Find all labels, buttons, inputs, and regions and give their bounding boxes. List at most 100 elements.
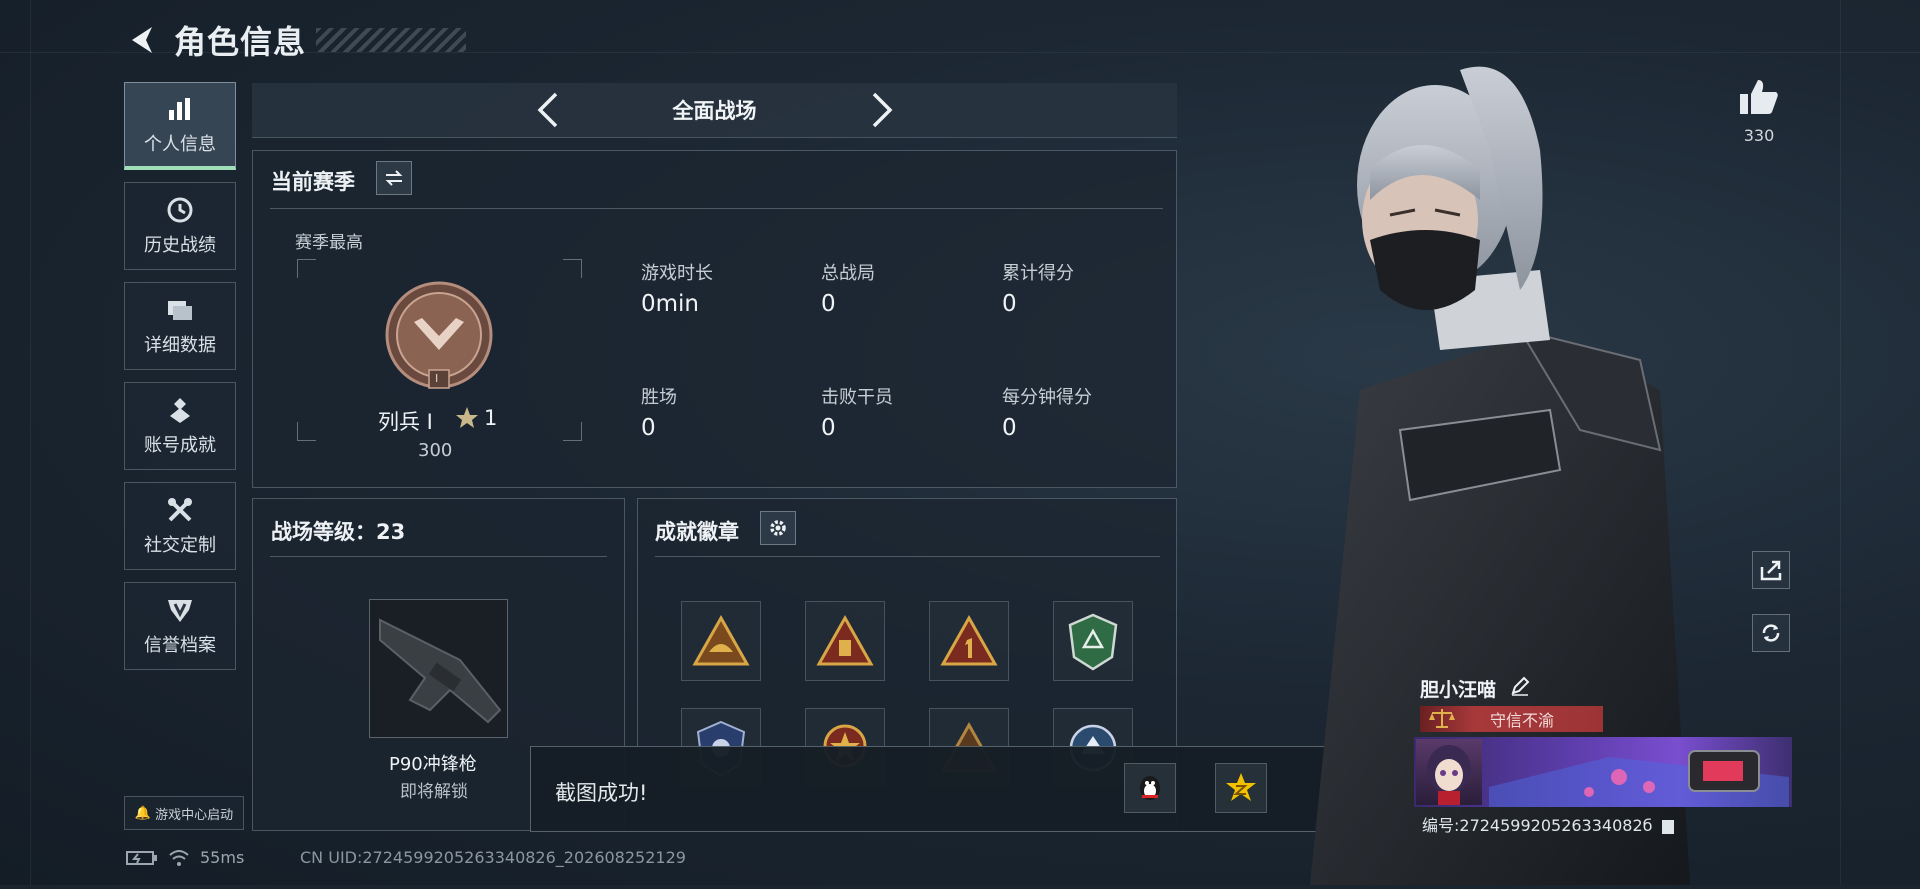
launch-label: 游戏中心启动 (155, 807, 234, 823)
rank-score: 300 (418, 440, 453, 461)
player-title: 守信不渝 (1490, 711, 1555, 730)
stat-label: 游戏时长 (641, 263, 713, 284)
avatar[interactable] (1416, 739, 1482, 805)
achievement-badge[interactable] (681, 601, 761, 681)
edit-pencil-icon[interactable] (1510, 676, 1530, 700)
stat-value: 0min (641, 291, 700, 317)
nav-item-social[interactable]: 社交定制 (124, 482, 236, 570)
gun-icon (379, 618, 502, 724)
nav-item-history[interactable]: 历史战绩 (124, 182, 236, 270)
triangle-badge-icon (816, 614, 874, 666)
weapon-name: P90冲锋枪 (389, 754, 477, 775)
stat-value: 0 (1002, 291, 1017, 317)
stat-value: 0 (821, 415, 836, 441)
player-title-tag: 守信不渝 (1420, 706, 1603, 732)
penguin-icon (1140, 776, 1160, 800)
nav-item-achievements[interactable]: 账号成就 (124, 382, 236, 470)
season-title: 当前赛季 (271, 170, 355, 194)
rank-stars: 1 (484, 406, 498, 430)
share-button[interactable] (1752, 551, 1790, 589)
bg-grid-line (30, 0, 31, 885)
medal-icon (165, 395, 195, 425)
bar-chart-icon (165, 94, 195, 124)
share-qq-button[interactable] (1124, 763, 1176, 813)
stat-label: 累计得分 (1002, 263, 1074, 284)
copy-icon[interactable] (1661, 819, 1674, 834)
back-arrow-icon[interactable] (126, 23, 160, 57)
toast-message: 截图成功! (555, 781, 648, 805)
chevron-right-icon (872, 92, 892, 128)
chevron-left-icon (537, 92, 557, 128)
banner-art (1489, 750, 1789, 807)
player-id-text: 编号:272459920526334082б (1422, 816, 1653, 835)
achievement-badge[interactable] (929, 601, 1009, 681)
mode-switch-bar: 全面战场 (252, 83, 1177, 138)
nav-label: 社交定制 (144, 535, 216, 556)
mode-prev-button[interactable] (533, 90, 563, 130)
title-decoration (316, 28, 467, 52)
player-id: 编号:272459920526334082б (1422, 812, 1674, 836)
profile-banner[interactable] (1414, 737, 1792, 807)
achievements-settings-button[interactable] (760, 511, 796, 545)
shield-badge-icon (1068, 613, 1118, 671)
frame-corner (297, 259, 316, 278)
bg-grid-line (1840, 0, 1841, 885)
rank-name: 列兵 I (378, 410, 433, 434)
tools-icon (165, 495, 195, 525)
stat-value: 0 (821, 291, 836, 317)
stat-label: 击败干员 (821, 387, 893, 408)
nav-item-reputation[interactable]: 信誉档案 (124, 582, 236, 670)
triangle-badge-icon (692, 614, 750, 666)
frame-corner (563, 259, 582, 278)
thumbs-up-icon (1740, 80, 1778, 114)
achievements-title: 成就徽章 (655, 520, 739, 544)
weapon-status: 即将解锁 (400, 782, 468, 802)
battlefield-level-title: 战场等级：23 (271, 520, 406, 544)
side-nav: 个人信息 历史战绩 详细数据 账号成就 社交定制 信誉档案 (124, 82, 238, 682)
achievement-badge[interactable] (805, 601, 885, 681)
season-best-label: 赛季最高 (295, 233, 363, 253)
frame-corner (297, 422, 316, 441)
stat-label: 胜场 (641, 387, 677, 408)
stat-label: 每分钟得分 (1002, 387, 1092, 408)
account-uid: CN UID:2724599205263340826_202608252129 (300, 848, 686, 867)
nav-label: 个人信息 (144, 133, 216, 155)
share-icon (1760, 560, 1782, 581)
folder-icon (165, 295, 195, 325)
nav-label: 账号成就 (144, 435, 216, 456)
stat-value: 0 (641, 415, 656, 441)
status-bar: 55ms (126, 848, 244, 867)
mode-next-button[interactable] (867, 90, 897, 130)
nav-label: 信誉档案 (144, 635, 216, 656)
divider (655, 556, 1160, 557)
divider (270, 556, 607, 557)
like-group[interactable]: 330 (1738, 78, 1780, 145)
bell-icon: 🔔 (134, 805, 152, 821)
stat-value: 0 (1002, 415, 1017, 441)
page-title: 角色信息 (174, 23, 307, 61)
player-name: 胆小汪喵 (1420, 679, 1497, 701)
achievement-badge[interactable] (1053, 601, 1133, 681)
weapon-thumbnail[interactable] (369, 599, 508, 738)
rank-emblem-icon (384, 280, 494, 390)
stat-label: 总战局 (821, 263, 875, 284)
triangle-badge-icon (940, 614, 998, 666)
swap-icon (385, 170, 403, 186)
nav-item-profile[interactable]: 个人信息 (124, 82, 236, 170)
refresh-button[interactable] (1752, 614, 1790, 652)
gear-icon (770, 520, 786, 536)
clock-icon (165, 195, 195, 225)
frame-corner (563, 422, 582, 441)
nav-label: 详细数据 (144, 335, 216, 356)
ping-value: 55ms (200, 848, 245, 867)
like-count: 330 (1743, 126, 1775, 145)
battery-icon (126, 850, 157, 865)
nav-label: 历史战绩 (144, 235, 216, 256)
page-header: 角色信息 (126, 18, 467, 62)
game-center-launch-badge[interactable]: 🔔 游戏中心启动 (124, 796, 244, 830)
scales-icon (1429, 709, 1455, 728)
season-switch-button[interactable] (376, 161, 412, 195)
divider (270, 208, 1163, 209)
shield-wings-icon (165, 595, 195, 625)
nav-item-details[interactable]: 详细数据 (124, 282, 236, 370)
